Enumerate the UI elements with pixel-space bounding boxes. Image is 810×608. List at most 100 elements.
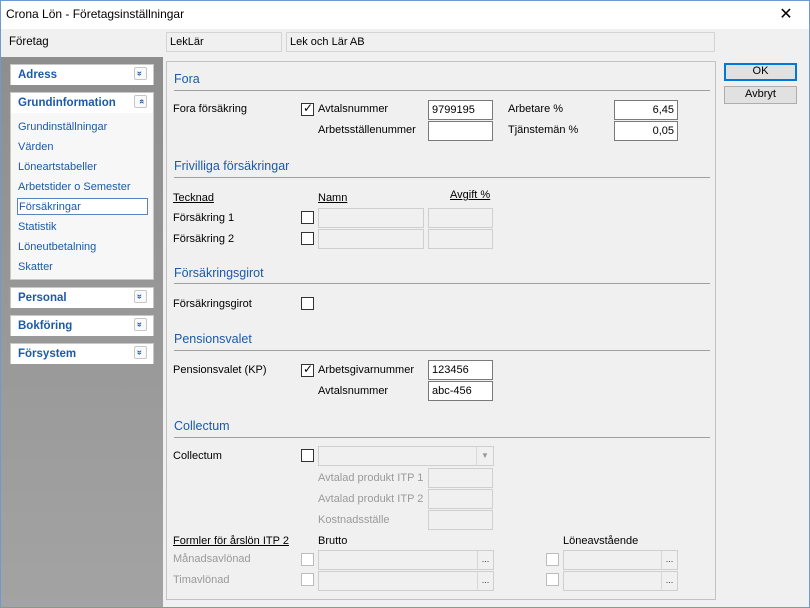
arbetare-label: Arbetare %	[508, 103, 564, 115]
divider	[174, 283, 710, 284]
chevron-down-icon[interactable]: »	[134, 290, 147, 303]
pension-avtal-input[interactable]: abc-456	[428, 381, 493, 401]
panel-forsystem-label: Försystem	[18, 348, 77, 360]
section-title-collectum: Collectum	[174, 419, 230, 433]
sidebar-item-loneartstabeller[interactable]: Löneartstabeller	[17, 159, 148, 176]
forsakring2-avgift	[428, 229, 493, 249]
sidebar-item-skatter[interactable]: Skatter	[17, 259, 148, 276]
pension-checkbox[interactable]: ✓	[301, 362, 314, 377]
tim-loneav-input: ...	[563, 571, 678, 591]
browse-icon[interactable]: ...	[477, 551, 493, 569]
fora-arbst-input[interactable]	[428, 121, 493, 141]
col-avgift: Avgift %	[450, 189, 491, 201]
manad-loneav-input: ...	[563, 550, 678, 570]
kst-label: Kostnadsställe	[318, 514, 390, 526]
forsakring2-checkbox[interactable]	[301, 232, 314, 245]
panel-adress-label: Adress	[18, 69, 57, 81]
collectum-label: Collectum	[173, 450, 222, 462]
panel-adress[interactable]: Adress »	[10, 64, 154, 85]
divider	[174, 350, 710, 351]
itp1-input	[428, 468, 493, 488]
forsakring1-label: Försäkring 1	[173, 212, 235, 224]
company-label: Företag	[9, 36, 49, 48]
chevron-down-icon[interactable]: »	[134, 318, 147, 331]
manad-label: Månadsavlönad	[173, 553, 251, 565]
cancel-button[interactable]: Avbryt	[724, 86, 797, 104]
company-bar: Företag LekLär Lek och Lär AB	[1, 29, 809, 57]
arbetare-input[interactable]: 6,45	[614, 100, 678, 120]
itp1-label: Avtalad produkt ITP 1	[318, 472, 424, 484]
sidebar-item-loneutbetalning[interactable]: Löneutbetalning	[17, 239, 148, 256]
check-icon: ✓	[303, 101, 314, 115]
divider	[174, 177, 710, 178]
loneav-label: Löneavstående	[563, 535, 639, 547]
pension-ag-input[interactable]: 123456	[428, 360, 493, 380]
col-namn: Namn	[318, 192, 348, 204]
check-icon: ✓	[303, 362, 314, 376]
section-title-pension: Pensionsvalet	[174, 332, 252, 346]
formler-label: Formler för årslön ITP 2	[173, 535, 289, 547]
girot-checkbox[interactable]	[301, 297, 314, 310]
panel-forsystem[interactable]: Försystem »	[10, 343, 154, 364]
fora-avtal-input[interactable]: 9799195	[428, 100, 493, 120]
forsakring1-avgift	[428, 208, 493, 228]
fora-avtal-label: Avtalsnummer	[318, 103, 389, 115]
tim-checkbox[interactable]	[301, 573, 314, 586]
panel-personal[interactable]: Personal »	[10, 287, 154, 308]
fora-label: Fora försäkring	[173, 103, 247, 115]
pension-avtal-label: Avtalsnummer	[318, 385, 389, 397]
pension-label: Pensionsvalet (KP)	[173, 364, 267, 376]
chevron-down-icon[interactable]: »	[134, 346, 147, 359]
tim-loneav-checkbox[interactable]	[546, 573, 559, 586]
sidebar-item-forsakringar[interactable]: Försäkringar	[17, 198, 148, 215]
sidebar-item-grundinstallningar[interactable]: Grundinställningar	[17, 119, 148, 136]
tjansteman-label: Tjänstemän %	[508, 124, 579, 136]
manad-loneav-checkbox[interactable]	[546, 553, 559, 566]
sidebar-item-varden[interactable]: Värden	[17, 139, 148, 156]
section-title-girot: Försäkringsgirot	[174, 266, 264, 280]
chevron-up-icon[interactable]: »	[134, 95, 147, 108]
chevron-down-icon[interactable]: »	[134, 67, 147, 80]
brutto-label: Brutto	[318, 535, 348, 547]
section-title-frivilliga: Frivilliga försäkringar	[174, 159, 290, 173]
fora-arbst-label: Arbetsställenummer	[318, 124, 416, 136]
chevron-down-icon: ▼	[476, 447, 493, 465]
panel-grundinformation-label: Grundinformation	[18, 97, 116, 109]
manad-checkbox[interactable]	[301, 553, 314, 566]
fora-checkbox[interactable]: ✓	[301, 101, 314, 116]
itp2-label: Avtalad produkt ITP 2	[318, 493, 424, 505]
col-tecknad: Tecknad	[173, 192, 214, 204]
panel-grundinformation: Grundinformation » Grundinställningar Vär…	[10, 92, 154, 280]
app-window: Crona Lön - Företagsinställningar ✕ Före…	[0, 0, 810, 608]
sidebar: Adress » Grundinformation » Grundinställni…	[1, 57, 163, 607]
kst-input	[428, 510, 493, 530]
company-name-field: Lek och Lär AB	[286, 32, 715, 52]
sidebar-item-arbetstider[interactable]: Arbetstider o Semester	[17, 179, 148, 196]
browse-icon[interactable]: ...	[477, 572, 493, 590]
collectum-dropdown[interactable]: ▼	[318, 446, 494, 466]
girot-label: Försäkringsgirot	[173, 298, 252, 310]
forsakring2-label: Försäkring 2	[173, 233, 235, 245]
divider	[174, 90, 710, 91]
tim-brutto-input: ...	[318, 571, 494, 591]
forsakring1-name	[318, 208, 424, 228]
panel-bokforing[interactable]: Bokföring »	[10, 315, 154, 336]
manad-brutto-input: ...	[318, 550, 494, 570]
tim-label: Timavlönad	[173, 574, 230, 586]
close-icon[interactable]: ✕	[763, 1, 809, 29]
panel-bokforing-label: Bokföring	[18, 320, 73, 332]
forsakring1-checkbox[interactable]	[301, 211, 314, 224]
panel-personal-label: Personal	[18, 292, 67, 304]
browse-icon[interactable]: ...	[661, 551, 677, 569]
collectum-checkbox[interactable]	[301, 449, 314, 462]
browse-icon[interactable]: ...	[661, 572, 677, 590]
section-title-fora: Fora	[174, 72, 200, 86]
title-bar: Crona Lön - Företagsinställningar ✕	[1, 1, 809, 29]
forsakring2-name	[318, 229, 424, 249]
tjansteman-input[interactable]: 0,05	[614, 121, 678, 141]
pension-ag-label: Arbetsgivarnummer	[318, 364, 414, 376]
ok-button[interactable]: OK	[724, 63, 797, 81]
insurance-settings-panel: Fora Fora försäkring ✓ Avtalsnummer 9799…	[166, 61, 716, 600]
window-title: Crona Lön - Företagsinställningar	[6, 7, 185, 21]
sidebar-item-statistik[interactable]: Statistik	[17, 219, 148, 236]
